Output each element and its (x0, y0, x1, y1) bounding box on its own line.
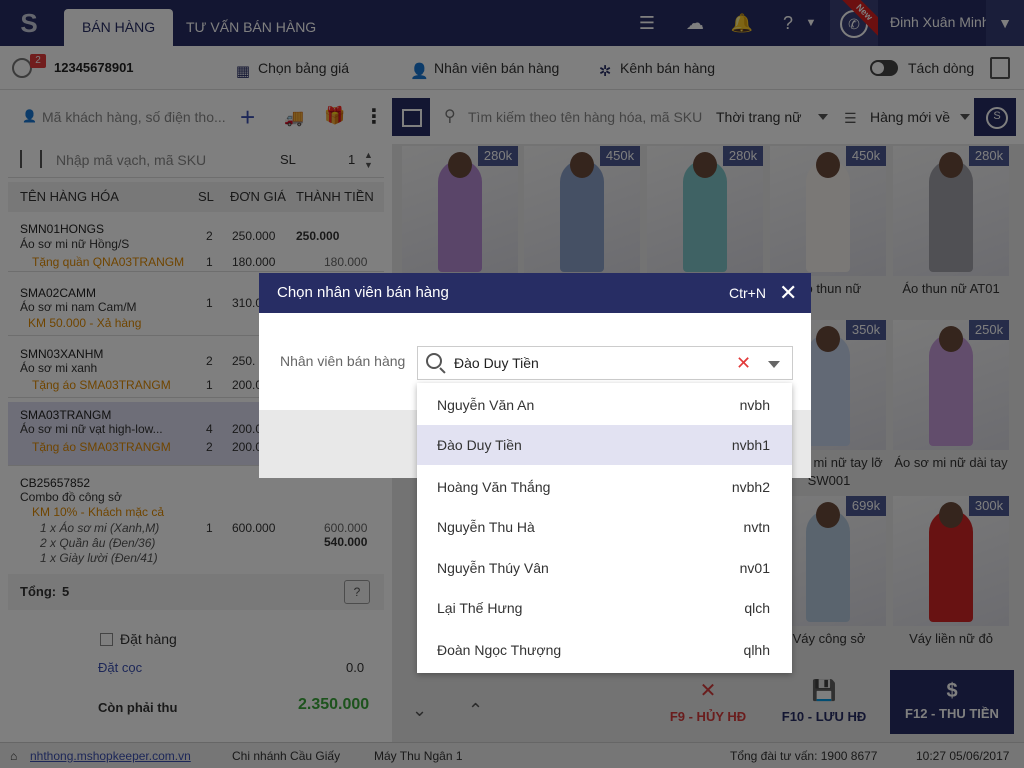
dropdown-option-selected[interactable]: Đào Duy Tiền nvbh1 (417, 425, 792, 465)
sales-staff-field-label: Nhân viên bán hàng (280, 353, 406, 369)
sales-staff-input[interactable]: Đào Duy Tiền (454, 347, 539, 380)
dropdown-option[interactable]: Lại Thế Hưng qlch (417, 588, 792, 628)
option-code: qlch (744, 600, 770, 616)
option-name: Nguyễn Thúy Vân (437, 560, 549, 576)
option-name: Hoàng Văn Thắng (437, 479, 551, 495)
sales-staff-dropdown: Nguyễn Văn An nvbh Đào Duy Tiền nvbh1 Ho… (417, 383, 792, 673)
dialog-title: Chọn nhân viên bán hàng (277, 284, 449, 301)
option-name: Nguyễn Thu Hà (437, 519, 535, 535)
close-icon[interactable]: ✕ (779, 273, 797, 313)
dropdown-option[interactable]: Nguyễn Văn An nvbh (417, 385, 792, 425)
dropdown-option[interactable]: Nguyễn Thúy Vân nv01 (417, 548, 792, 588)
search-icon (426, 353, 442, 369)
option-code: qlhh (743, 642, 770, 658)
dropdown-option[interactable]: Hoàng Văn Thắng nvbh2 (417, 467, 792, 507)
option-code: nvbh (739, 397, 770, 413)
dialog-header: Chọn nhân viên bán hàng Ctr+N ✕ (259, 273, 811, 313)
clear-icon[interactable]: ✕ (736, 347, 751, 380)
option-name: Lại Thế Hưng (437, 600, 523, 616)
chevron-down-icon[interactable] (768, 361, 780, 368)
option-code: nvtn (743, 519, 770, 535)
option-name: Đào Duy Tiền (437, 437, 522, 453)
option-name: Đoàn Ngọc Thượng (437, 642, 562, 658)
option-code: nvbh2 (731, 479, 770, 495)
dropdown-option[interactable]: Đoàn Ngọc Thượng qlhh (417, 630, 792, 670)
option-name: Nguyễn Văn An (437, 397, 535, 413)
dialog-shortcut: Ctr+N (729, 285, 766, 301)
option-code: nvbh1 (731, 437, 770, 453)
option-code: nv01 (739, 560, 770, 576)
dropdown-option[interactable]: Nguyễn Thu Hà nvtn (417, 507, 792, 547)
sales-staff-combobox[interactable]: Đào Duy Tiền ✕ (417, 346, 793, 380)
